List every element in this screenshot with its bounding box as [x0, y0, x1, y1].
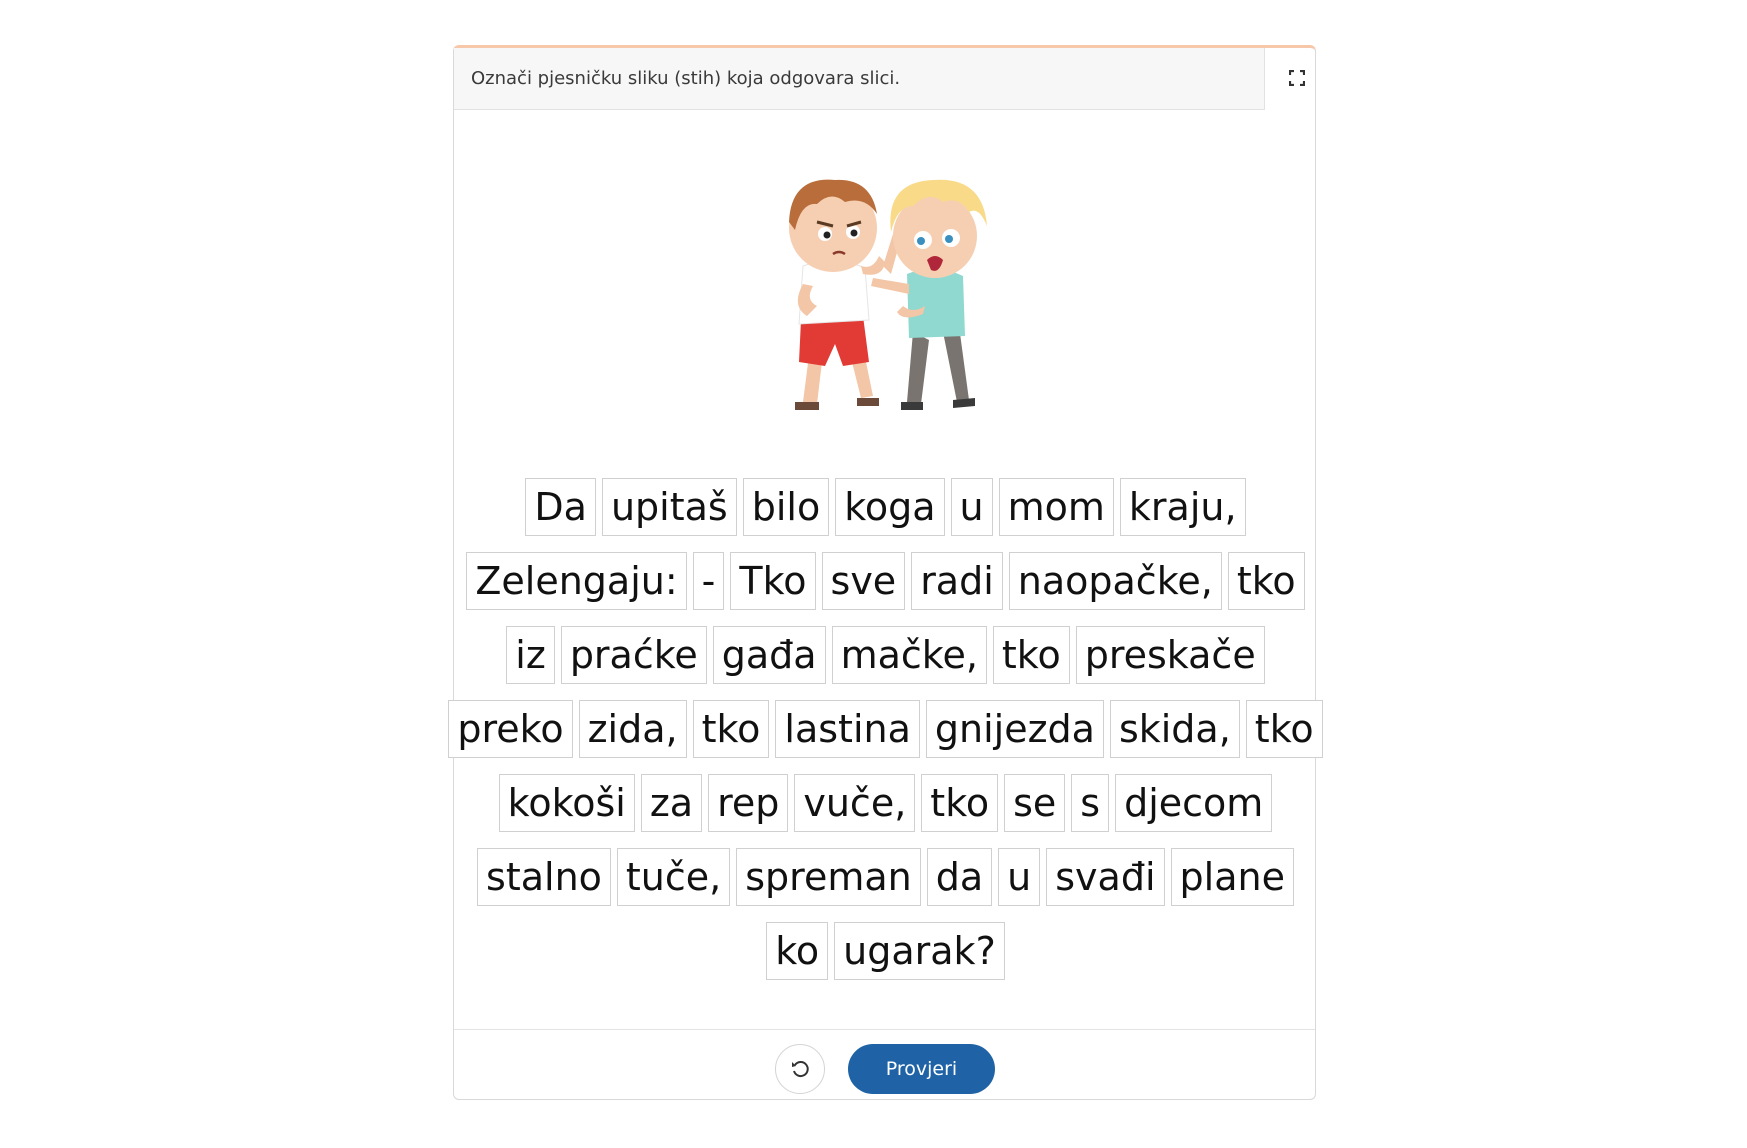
word-selection-area: Da upitaš bilo koga u mom kraju, Zelengaju: - Tko…: [448, 478, 1323, 996]
word-tile[interactable]: preko: [448, 700, 573, 758]
word-tile[interactable]: vuče,: [794, 774, 916, 832]
reset-button[interactable]: [775, 1044, 825, 1094]
word-tile[interactable]: Zelengaju:: [466, 552, 687, 610]
word-tile[interactable]: koga: [835, 478, 945, 536]
word-tile[interactable]: Tko: [730, 552, 816, 610]
word-tile[interactable]: rep: [708, 774, 789, 832]
word-tile[interactable]: u: [998, 848, 1041, 906]
word-tile[interactable]: ugarak?: [834, 922, 1005, 980]
word-tile[interactable]: kokoši: [498, 774, 635, 832]
word-tile[interactable]: s: [1071, 774, 1110, 832]
check-button[interactable]: Provjeri: [848, 1044, 995, 1094]
word-tile[interactable]: se: [1004, 774, 1066, 832]
word-tile[interactable]: stalno: [477, 848, 611, 906]
word-row: Zelengaju: - Tko sve radi naopačke, tko: [454, 552, 1317, 610]
boy-left: [789, 179, 901, 410]
word-row: preko zida, tko lastina gnijezda skida, tko: [448, 700, 1323, 758]
word-tile[interactable]: preskače: [1075, 626, 1265, 684]
word-tile[interactable]: tko: [992, 626, 1070, 684]
word-tile[interactable]: tko: [1227, 552, 1305, 610]
word-tile[interactable]: u: [950, 478, 993, 536]
card-footer: Provjeri: [454, 1029, 1315, 1100]
boy-right: [871, 179, 987, 410]
word-tile[interactable]: ko: [766, 922, 829, 980]
word-tile[interactable]: tko: [692, 700, 770, 758]
word-row: Da upitaš bilo koga u mom kraju,: [454, 478, 1317, 536]
word-tile[interactable]: spreman: [736, 848, 921, 906]
word-tile[interactable]: gnijezda: [925, 700, 1104, 758]
card-header: Označi pjesničku sliku (stih) koja odgov…: [454, 48, 1265, 110]
word-tile[interactable]: mom: [998, 478, 1114, 536]
word-tile[interactable]: iz: [506, 626, 555, 684]
word-tile[interactable]: gađa: [712, 626, 826, 684]
word-tile[interactable]: sve: [821, 552, 906, 610]
word-row: stalno tuče, spreman da u svađi plane: [454, 848, 1317, 906]
word-tile[interactable]: lastina: [775, 700, 920, 758]
word-tile[interactable]: tko: [1245, 700, 1323, 758]
word-tile[interactable]: kraju,: [1119, 478, 1246, 536]
word-tile[interactable]: tuče,: [616, 848, 731, 906]
word-row: iz praćke gađa mačke, tko preskače: [454, 626, 1317, 684]
word-tile[interactable]: mačke,: [831, 626, 987, 684]
exercise-card: Označi pjesničku sliku (stih) koja odgov…: [448, 45, 1323, 1100]
word-tile[interactable]: upitaš: [601, 478, 737, 536]
word-row: kokoši za rep vuče, tko se s djecom: [454, 774, 1317, 832]
word-tile[interactable]: djecom: [1115, 774, 1273, 832]
word-row: ko ugarak?: [454, 922, 1317, 980]
word-tile[interactable]: tko: [921, 774, 999, 832]
word-tile[interactable]: bilo: [742, 478, 830, 536]
two-boys-fighting-illustration: [789, 179, 987, 410]
word-tile[interactable]: svađi: [1046, 848, 1165, 906]
word-tile[interactable]: zida,: [578, 700, 687, 758]
word-tile[interactable]: za: [640, 774, 703, 832]
fullscreen-button[interactable]: [1282, 63, 1312, 93]
word-tile[interactable]: radi: [911, 552, 1003, 610]
expand-icon: [1289, 70, 1305, 86]
word-tile[interactable]: skida,: [1109, 700, 1240, 758]
word-tile[interactable]: praćke: [560, 626, 707, 684]
word-tile[interactable]: Da: [525, 478, 596, 536]
reset-icon: [792, 1061, 809, 1078]
word-tile[interactable]: -: [692, 552, 725, 610]
word-tile[interactable]: naopačke,: [1008, 552, 1222, 610]
word-tile[interactable]: plane: [1170, 848, 1294, 906]
instruction-text: Označi pjesničku sliku (stih) koja odgov…: [471, 68, 901, 89]
word-tile[interactable]: da: [926, 848, 993, 906]
